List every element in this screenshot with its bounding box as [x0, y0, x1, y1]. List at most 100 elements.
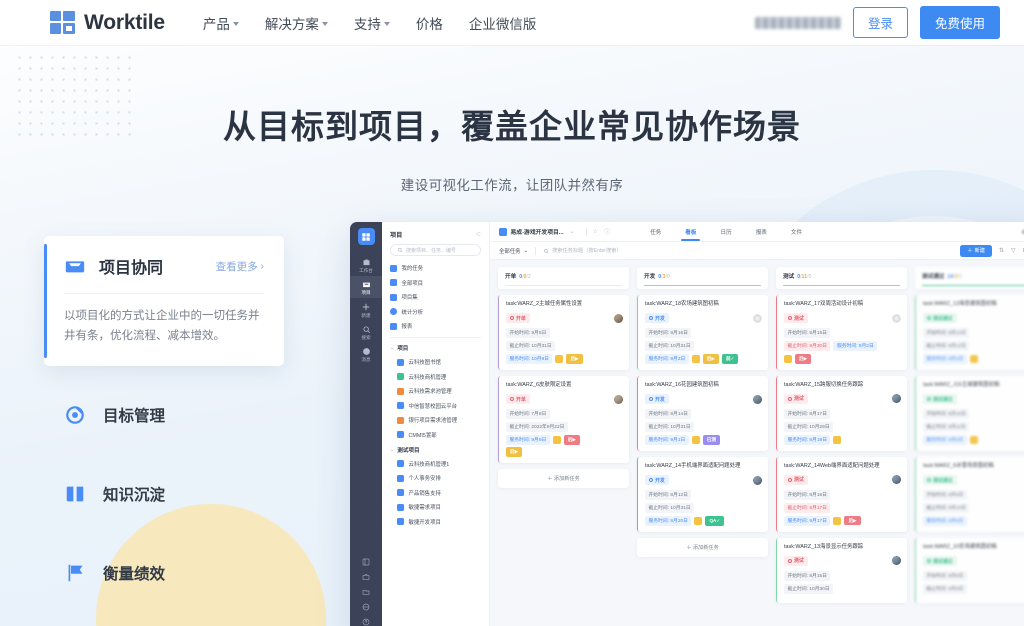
feature-item-performance[interactable]: 衡量绩效	[44, 543, 284, 603]
project-item[interactable]: CMMI5置部	[397, 431, 489, 439]
project-item[interactable]: 个人事务安排	[397, 474, 489, 482]
rail-item-new[interactable]: 新建	[350, 298, 382, 321]
rail-item-project[interactable]: 项目	[350, 276, 382, 299]
project-item[interactable]: 敏捷开发项目	[397, 518, 489, 526]
tab-calendar[interactable]: 日历	[720, 222, 731, 241]
current-project[interactable]: 易成-游戏开发项目...	[499, 227, 564, 236]
task-card[interactable]: task:WARZ_6皮肤限定设置 开单 开始时间: 7月8日 截止时间: 20…	[498, 375, 629, 463]
feature-item-knowledge[interactable]: 知识沉淀	[44, 464, 284, 524]
task-card[interactable]: task:WARZ_2主城任务属性设置 开单 开始时间: 9月5日 截止时间: …	[498, 295, 629, 370]
task-service-date: 服务时间: 9月18日	[784, 434, 831, 445]
project-item-label: 云科技商机管理	[408, 374, 447, 381]
project-panel: 项目 ⊂ 搜索项目、任务、编号 我的任务 全部项目 项目集 统计分析 报表 ⌄ …	[382, 222, 490, 626]
login-button[interactable]: 登录	[852, 7, 908, 38]
task-card[interactable]: task:WARZ_10农场建筑图初稿 测试通过 开始时间: 8月8日 截止时间…	[915, 537, 1024, 603]
collapse-icon[interactable]: ⊂	[476, 231, 481, 238]
view-more-link[interactable]: 查看更多 ›	[216, 259, 264, 274]
panel-item-project-set[interactable]: 项目集	[390, 293, 481, 301]
project-item-label: 个人事务安排	[408, 476, 441, 482]
task-service-date: 服务时间: 9月3日	[645, 353, 689, 364]
task-due-date: 截止时间: 10月31日	[506, 340, 556, 351]
task-service-date: 服务时间: 9月2日	[833, 340, 878, 351]
project-group-header[interactable]: ⌄ 项目	[382, 344, 489, 352]
globe-icon[interactable]	[362, 603, 370, 611]
help-icon[interactable]	[362, 618, 370, 626]
project-item[interactable]: 产品销售支持	[397, 489, 489, 497]
nav-item-label: 价格	[415, 16, 443, 32]
project-group-header-test[interactable]: ⌄ 测试项目	[382, 446, 489, 454]
rail-item-label: 新建	[361, 312, 371, 318]
chevron-down-icon[interactable]: ⌄	[570, 228, 575, 235]
project-item[interactable]: 云科技商机管理1	[397, 460, 489, 468]
project-group-label: 项目	[397, 346, 409, 352]
task-card[interactable]: task:WARZ_9冰雪场景图初稿 测试通过 开始时间: 8月9日 截止时间:…	[915, 456, 1024, 532]
apps-icon[interactable]	[362, 558, 370, 566]
folder-icon[interactable]	[362, 588, 370, 596]
nav-item-pricing[interactable]: 价格	[416, 13, 443, 33]
nav-item-products[interactable]: 产品	[203, 13, 239, 33]
project-item[interactable]: 云科技需求池管理	[397, 387, 489, 395]
column-title: 测试通过	[922, 274, 945, 280]
add-task-button[interactable]: ＋ 添加新任务	[637, 537, 768, 557]
feature-item-goal-management[interactable]: 目标管理	[44, 385, 284, 445]
add-task-button[interactable]: ＋ 添加新任务	[498, 468, 629, 488]
task-filter-select[interactable]: 全部任务 ⌄	[499, 247, 528, 255]
task-title: task:WARZ_16花园建筑图初稿	[645, 381, 719, 388]
task-card[interactable]: task:WARZ_18农场建筑图初稿 开发 开始时间: 8月16日 截止时间:…	[637, 295, 768, 370]
project-item[interactable]: 中信智慧校园云平台	[397, 402, 489, 410]
kanban-column-ceshi: 测试 0/11/0 task:WARZ_17双周活动设计初稿 测试 开始时间: …	[776, 267, 907, 626]
new-task-button[interactable]: ＋ 新建	[960, 244, 992, 257]
filter-icon[interactable]: ▽	[1011, 247, 1016, 254]
tab-reports[interactable]: 报表	[756, 222, 767, 241]
feature-item-communication[interactable]: 沟通汇报	[44, 622, 284, 626]
task-card[interactable]: task:WARZ_14手机端界面适配问题处理 开发 开始时间: 8月12日 截…	[637, 456, 768, 532]
task-status-row: 开单	[506, 313, 623, 324]
panel-item-all-projects[interactable]: 全部项目	[390, 279, 481, 287]
task-search-input[interactable]: 搜索任务标题（按Enter搜索）	[543, 247, 622, 254]
task-card[interactable]: task:WARZ_13海景显示任务跟踪 测试 开始时间: 8月15日 截止时间…	[776, 537, 907, 603]
star-icon[interactable]: ☆	[593, 228, 598, 235]
task-card[interactable]: task:WARZ_17双周活动设计初稿 测试 开始时间: 8月15日 截止时间…	[776, 295, 907, 370]
nav-item-solutions[interactable]: 解决方案	[265, 13, 328, 33]
panel-item-my-tasks[interactable]: 我的任务	[390, 264, 481, 272]
task-card[interactable]: task:WARZ_J15主城建筑图初稿 测试通过 开始时间: 8月10日 截止…	[915, 375, 1024, 451]
sort-icon[interactable]: ⇅	[999, 247, 1004, 254]
app-logo-icon[interactable]	[357, 228, 375, 245]
project-item[interactable]: 云科技图书馆	[397, 358, 489, 366]
feature-card-project-collaboration[interactable]: 项目协同 查看更多 › 以项目化的方式让企业中的一切任务并井有条，优化流程、减本…	[44, 236, 284, 367]
tab-tasks[interactable]: 任务	[650, 222, 661, 241]
task-card[interactable]: task:WARZ_13海景建筑图初稿 测试通过 开始时间: 8月12日 截止时…	[915, 295, 1024, 370]
free-trial-button[interactable]: 免费使用	[919, 6, 1000, 39]
status-dot-icon	[927, 397, 931, 402]
project-item[interactable]: 银行项目需求池管理	[397, 416, 489, 424]
column-title: 测试	[783, 274, 795, 280]
task-due-date: 截止时间: 10月29日	[784, 421, 834, 432]
feature-list: 项目协同 查看更多 › 以项目化的方式让企业中的一切任务并井有条，优化流程、减本…	[44, 236, 284, 626]
briefcase-icon[interactable]	[362, 573, 370, 581]
task-card[interactable]: task:WARZ_14Web端界面适配问题处理 测试 开始时间: 8月16日 …	[776, 456, 907, 532]
project-item[interactable]: 云科技商机管理	[397, 373, 489, 381]
project-icon	[397, 373, 404, 380]
rail-item-message[interactable]: 消息	[350, 343, 382, 365]
panel-item-statistics[interactable]: 统计分析	[390, 308, 481, 316]
avatar	[614, 394, 623, 404]
info-icon[interactable]: ⓘ	[604, 227, 610, 236]
tab-files[interactable]: 文件	[791, 222, 802, 241]
task-title: task:WARZ_13海景建筑图初稿	[923, 301, 997, 307]
task-title: task:WARZ_17双周活动设计初稿	[784, 301, 864, 307]
task-meta: 截止时间: 9月30日 服务时间: 9月2日	[784, 340, 901, 351]
rail-item-workbench[interactable]: 工作台	[350, 254, 382, 276]
project-item[interactable]: 敏捷需求项目	[397, 503, 489, 511]
project-set-icon	[390, 293, 397, 301]
panel-item-reports[interactable]: 报表	[390, 322, 481, 330]
project-search-input[interactable]: 搜索项目、任务、编号	[390, 244, 481, 256]
nav-item-support[interactable]: 支持	[354, 13, 390, 33]
brand-logo[interactable]: Worktile	[50, 11, 165, 35]
task-card[interactable]: task:WARZ_15跨服切换任务跟踪 测试 开始时间: 8月17日 截止时间…	[776, 375, 907, 451]
status-badge: 开发	[645, 313, 669, 324]
task-card[interactable]: task:WARZ_16花园建筑图初稿 开发 开始时间: 8月14日 截止时间:…	[637, 375, 768, 451]
task-start-date: 开始时间: 8月12日	[923, 327, 970, 338]
rail-item-search[interactable]: 搜索	[350, 321, 382, 343]
nav-item-wechat-edition[interactable]: 企业微信版	[469, 13, 537, 33]
tab-board[interactable]: 看板	[681, 222, 701, 241]
